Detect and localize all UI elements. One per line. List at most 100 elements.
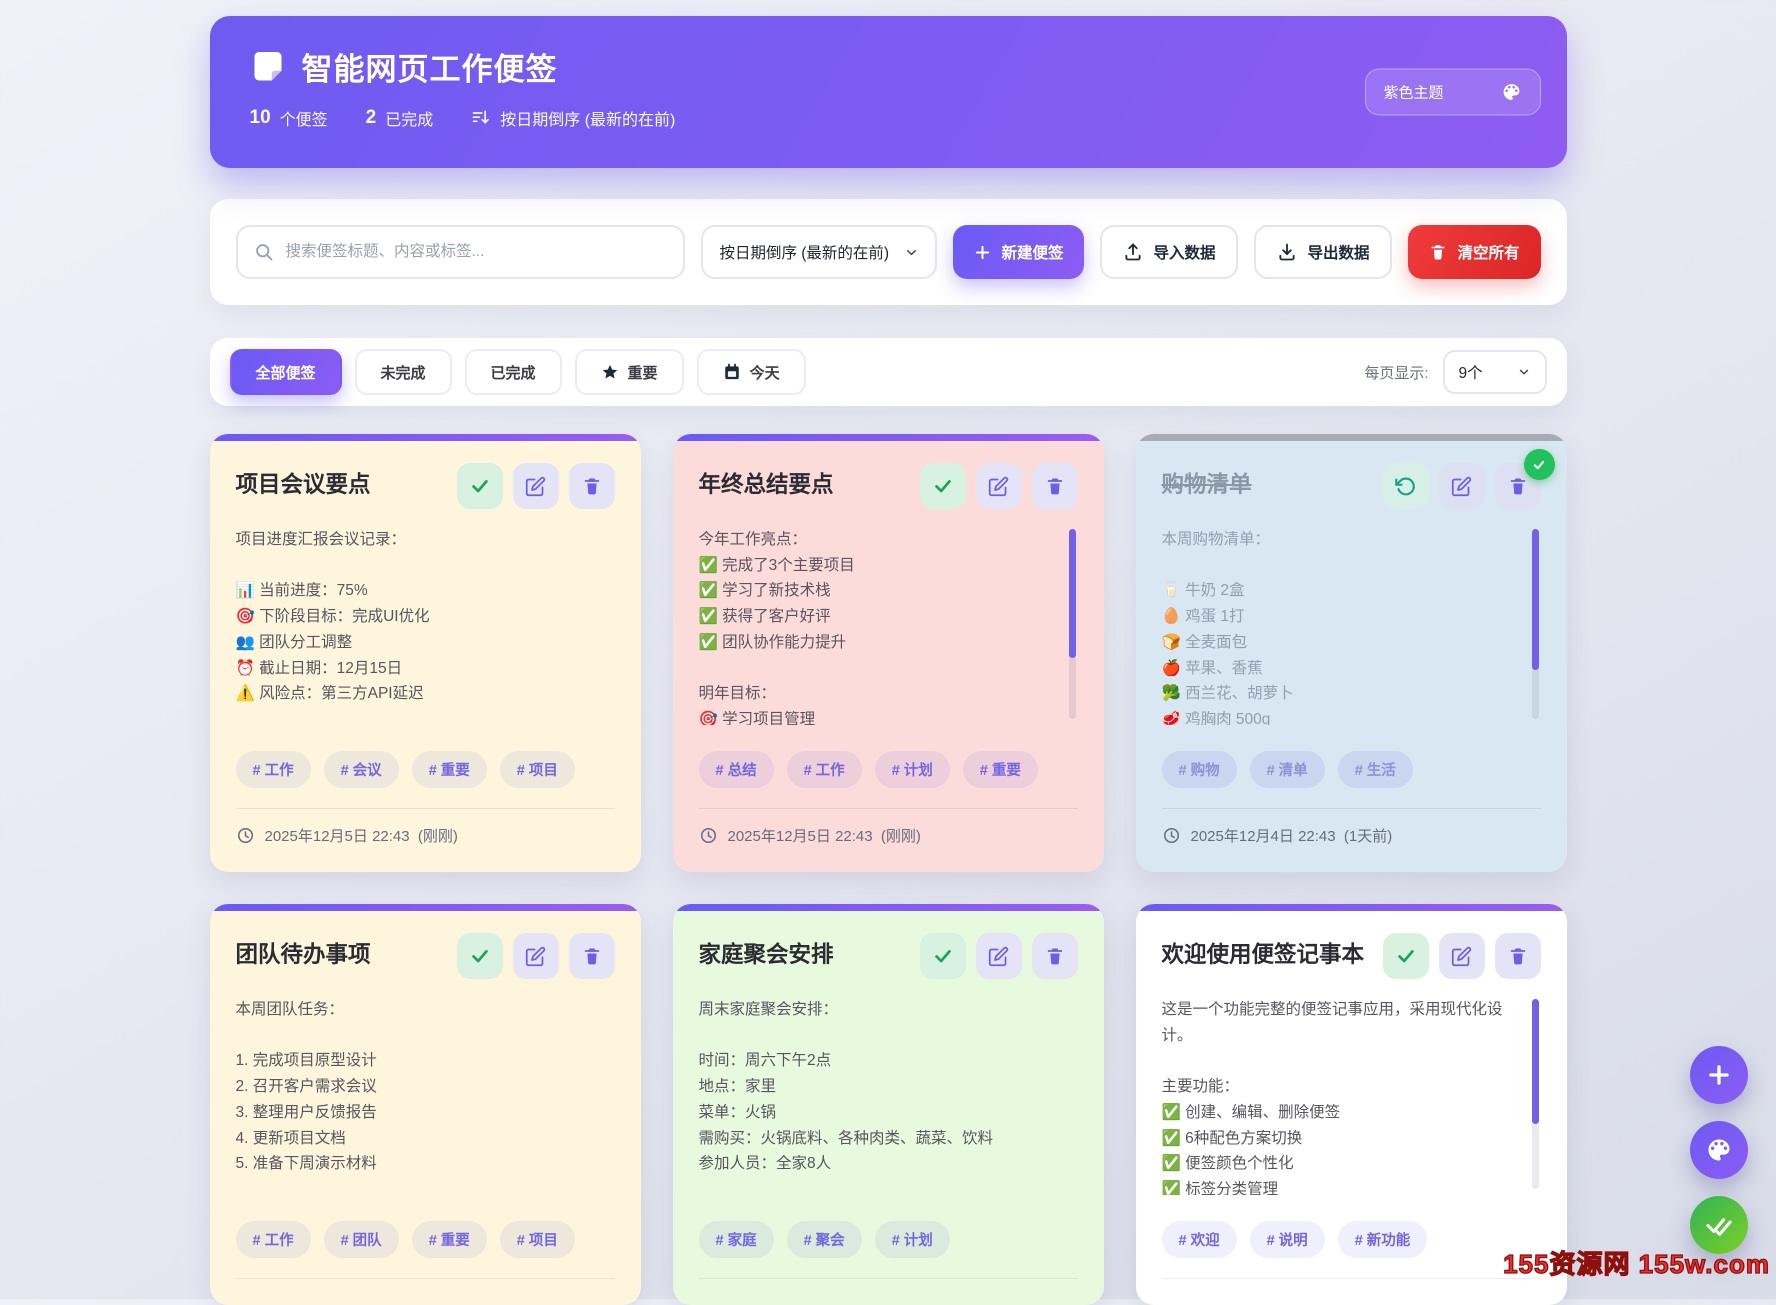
note-card-family-gathering: 家庭聚会安排 周末家庭聚会安排： 时间：周六下午2点 地点：家里 菜单：火锅 需… bbox=[673, 904, 1104, 1305]
app-header: 智能网页工作便签 10 个便签 2 已完成 按日期倒序 (最新的在前) 紫色主题 bbox=[210, 16, 1567, 168]
plus-icon bbox=[974, 244, 991, 261]
upload-icon bbox=[1123, 242, 1143, 262]
sort-select-value: 按日期倒序 (最新的在前) bbox=[719, 241, 889, 263]
trash-icon bbox=[582, 476, 602, 496]
divider bbox=[1162, 1278, 1541, 1279]
tag: # 清单 bbox=[1250, 751, 1325, 788]
tag: # 计划 bbox=[875, 1221, 950, 1258]
divider bbox=[699, 1278, 1078, 1279]
fab-theme-button[interactable] bbox=[1690, 1121, 1748, 1179]
page-title: 智能网页工作便签 bbox=[302, 44, 558, 89]
restore-button[interactable] bbox=[1383, 463, 1429, 509]
completed-badge bbox=[1524, 449, 1555, 480]
card-actions bbox=[920, 933, 1078, 979]
edit-button[interactable] bbox=[976, 463, 1022, 509]
edit-icon bbox=[1451, 476, 1472, 497]
floating-actions bbox=[1690, 1046, 1748, 1254]
filter-tab-all[interactable]: 全部便签 bbox=[230, 349, 342, 395]
trash-icon bbox=[1429, 243, 1447, 261]
card-accent-bar bbox=[210, 434, 641, 441]
card-actions bbox=[1383, 933, 1541, 979]
note-title: 团队待办事项 bbox=[236, 937, 371, 969]
note-content: 项目进度汇报会议记录： 📊 当前进度：75% 🎯 下阶段目标：完成UI优化 👥 … bbox=[236, 527, 615, 707]
filter-tab-today[interactable]: 今天 bbox=[697, 349, 806, 395]
content-scrollbar[interactable] bbox=[1532, 529, 1539, 719]
new-note-label: 新建便签 bbox=[1001, 241, 1063, 263]
edit-button[interactable] bbox=[1439, 933, 1485, 979]
delete-button[interactable] bbox=[1032, 463, 1078, 509]
notes-grid: 项目会议要点 项目进度汇报会议记录： 📊 当前进度：75% 🎯 下阶段目标：完成… bbox=[210, 434, 1567, 1305]
filter-undone-label: 未完成 bbox=[381, 362, 426, 383]
clock-icon bbox=[1162, 826, 1181, 845]
tag: # 重要 bbox=[412, 751, 487, 788]
divider bbox=[699, 808, 1078, 809]
delete-button[interactable] bbox=[569, 463, 615, 509]
complete-button[interactable] bbox=[920, 463, 966, 509]
tag: # 生活 bbox=[1338, 751, 1413, 788]
per-page-label: 每页显示: bbox=[1364, 362, 1428, 383]
tag-list: # 购物 # 清单 # 生活 bbox=[1162, 751, 1541, 788]
note-date: 2025年12月4日 22:43 (1天前) bbox=[1162, 825, 1541, 846]
delete-button[interactable] bbox=[569, 933, 615, 979]
edit-button[interactable] bbox=[513, 933, 559, 979]
filter-tab-undone[interactable]: 未完成 bbox=[355, 349, 452, 395]
content-scrollbar[interactable] bbox=[1532, 999, 1539, 1189]
card-accent-bar bbox=[673, 904, 1104, 911]
filter-all-label: 全部便签 bbox=[256, 362, 316, 383]
sort-select[interactable]: 按日期倒序 (最新的在前) bbox=[701, 225, 937, 279]
tag: # 工作 bbox=[236, 751, 311, 788]
edit-button[interactable] bbox=[513, 463, 559, 509]
complete-button[interactable] bbox=[457, 463, 503, 509]
edit-button[interactable] bbox=[1439, 463, 1485, 509]
chevron-down-icon bbox=[1517, 365, 1531, 379]
new-note-button[interactable]: 新建便签 bbox=[953, 225, 1084, 279]
complete-button[interactable] bbox=[1383, 933, 1429, 979]
note-content: 周末家庭聚会安排： 时间：周六下午2点 地点：家里 菜单：火锅 需购买：火锅底料… bbox=[699, 997, 1078, 1177]
tag: # 计划 bbox=[875, 751, 950, 788]
card-actions bbox=[1383, 463, 1541, 509]
tag-list: # 欢迎 # 说明 # 新功能 bbox=[1162, 1221, 1541, 1258]
tag: # 重要 bbox=[412, 1221, 487, 1258]
delete-button[interactable] bbox=[1495, 933, 1541, 979]
note-title: 家庭聚会安排 bbox=[699, 937, 834, 969]
note-date: 2025年12月5日 22:43 (刚刚) bbox=[236, 825, 615, 846]
delete-button[interactable] bbox=[1032, 933, 1078, 979]
search-input[interactable] bbox=[284, 242, 668, 262]
export-button[interactable]: 导出数据 bbox=[1254, 225, 1392, 279]
note-title: 项目会议要点 bbox=[236, 467, 371, 499]
filter-tab-important[interactable]: 重要 bbox=[575, 349, 684, 395]
divider bbox=[236, 808, 615, 809]
edit-icon bbox=[988, 946, 1009, 967]
fab-add-note-button[interactable] bbox=[1690, 1046, 1748, 1104]
note-content-area: 本周团队任务： 1. 完成项目原型设计 2. 召开客户需求会议 3. 整理用户反… bbox=[236, 997, 615, 1195]
tag: # 工作 bbox=[236, 1221, 311, 1258]
clock-icon bbox=[236, 826, 255, 845]
card-actions bbox=[457, 933, 615, 979]
filter-tab-done[interactable]: 已完成 bbox=[465, 349, 562, 395]
per-page-select[interactable]: 9个 bbox=[1443, 350, 1547, 394]
header-stats: 10 个便签 2 已完成 按日期倒序 (最新的在前) bbox=[250, 106, 1527, 130]
per-page-control: 每页显示: 9个 bbox=[1364, 350, 1546, 394]
tag-list: # 工作 # 会议 # 重要 # 项目 bbox=[236, 751, 615, 788]
filter-done-label: 已完成 bbox=[491, 362, 536, 383]
clear-all-button[interactable]: 清空所有 bbox=[1408, 225, 1540, 279]
divider bbox=[1162, 808, 1541, 809]
note-content: 本周购物清单： 🥛 牛奶 2盒 🥚 鸡蛋 1打 🍞 全麦面包 🍎 苹果、香蕉 🥦… bbox=[1162, 527, 1541, 725]
note-content: 这是一个功能完整的便签记事应用，采用现代化设计。 主要功能： ✅ 创建、编辑、删… bbox=[1162, 997, 1541, 1195]
import-button[interactable]: 导入数据 bbox=[1100, 225, 1238, 279]
note-title: 购物清单 bbox=[1162, 467, 1252, 499]
card-actions bbox=[920, 463, 1078, 509]
card-actions bbox=[457, 463, 615, 509]
content-scrollbar[interactable] bbox=[1069, 529, 1076, 719]
note-date-text: 2025年12月5日 22:43 (刚刚) bbox=[728, 825, 921, 846]
edit-button[interactable] bbox=[976, 933, 1022, 979]
complete-button[interactable] bbox=[457, 933, 503, 979]
sort-descending-icon bbox=[471, 108, 491, 128]
note-icon bbox=[250, 49, 286, 85]
trash-icon bbox=[1508, 946, 1528, 966]
theme-button-label: 紫色主题 bbox=[1384, 82, 1444, 103]
tag: # 家庭 bbox=[699, 1221, 774, 1258]
complete-button[interactable] bbox=[920, 933, 966, 979]
theme-toggle-button[interactable]: 紫色主题 bbox=[1365, 69, 1541, 116]
check-icon bbox=[932, 945, 954, 967]
